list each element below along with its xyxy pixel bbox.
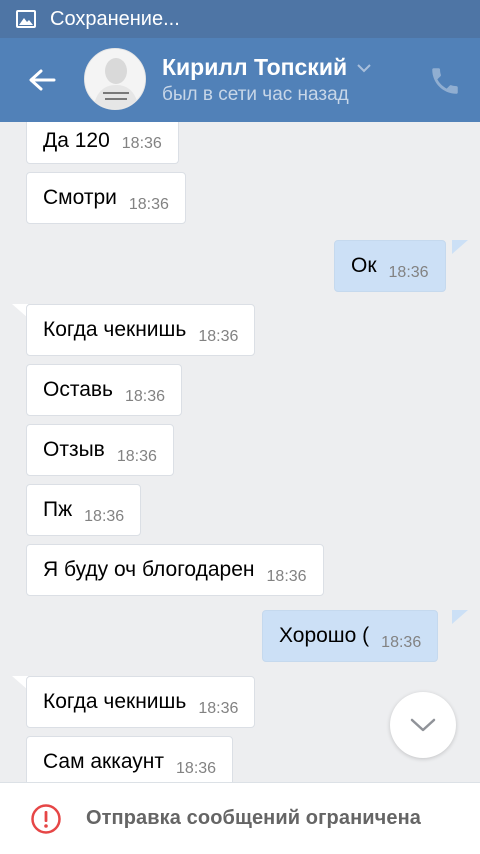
message-text: Оставь <box>43 378 113 401</box>
message-text: Хорошо ( <box>279 624 370 647</box>
restriction-text: Отправка сообщений ограничена <box>86 807 421 829</box>
message-bubble[interactable]: Отзыв 18:36 <box>26 424 174 476</box>
message-time: 18:36 <box>381 634 422 651</box>
chat-header: Кирилл Топский был в сети час назад <box>0 38 480 122</box>
message-list[interactable]: Да 120 18:36 Смотри 18:36 Ок 18:36 Когда… <box>0 122 480 782</box>
message-time: 18:36 <box>125 388 166 405</box>
chevron-down-icon <box>410 718 436 732</box>
message-text: Когда чекнишь <box>43 690 187 713</box>
message-text: Смотри <box>43 186 117 209</box>
avatar-image <box>85 49 145 109</box>
message-time: 18:36 <box>121 135 162 152</box>
message-bubble-outgoing[interactable]: Ок 18:36 <box>334 240 446 292</box>
message-time: 18:36 <box>198 328 239 345</box>
chevron-down-icon <box>357 63 371 72</box>
image-icon <box>16 10 36 28</box>
avatar[interactable] <box>84 48 146 110</box>
message-time: 18:36 <box>198 700 239 717</box>
message-text: Когда чекнишь <box>43 318 187 341</box>
message-bubble[interactable]: Сам аккаунт 18:36 <box>26 736 234 782</box>
contact-status: был в сети час назад <box>162 84 349 105</box>
message-bubble[interactable]: Пж 18:36 <box>26 484 142 536</box>
message-time: 18:36 <box>84 508 125 525</box>
message-time: 18:36 <box>266 568 307 585</box>
message-text: Сам аккаунт <box>43 750 165 773</box>
bubble-tail <box>452 610 468 624</box>
contact-name: Кирилл Топский <box>162 54 348 80</box>
message-bubble[interactable]: Да 120 18:36 <box>26 122 179 164</box>
contact-name-row[interactable]: Кирилл Топский <box>162 54 373 81</box>
message-time: 18:36 <box>116 448 157 465</box>
message-time: 18:36 <box>128 196 169 213</box>
scroll-down-button[interactable] <box>390 692 456 758</box>
message-bubble[interactable]: Смотри 18:36 <box>26 172 186 224</box>
message-text: Ок <box>351 254 377 277</box>
arrow-left-icon <box>29 69 56 91</box>
message-bubble[interactable]: Я буду оч блогодарен 18:36 <box>26 544 324 596</box>
message-bubble[interactable]: Когда чекнишь 18:36 <box>26 676 256 728</box>
message-text: Да 120 <box>43 129 110 152</box>
status-bar-text: Сохранение... <box>50 7 180 30</box>
message-bubble[interactable]: Оставь 18:36 <box>26 364 183 416</box>
message-text: Отзыв <box>43 438 105 461</box>
message-text: Пж <box>43 498 73 521</box>
message-time: 18:36 <box>388 264 429 281</box>
phone-icon[interactable] <box>428 64 462 98</box>
message-bubble[interactable]: Когда чекнишь 18:36 <box>26 304 256 356</box>
warning-icon <box>31 803 61 834</box>
back-button[interactable] <box>18 62 66 98</box>
bubble-tail <box>452 240 468 254</box>
message-time: 18:36 <box>176 760 217 777</box>
status-bar: Сохранение... <box>0 0 480 38</box>
message-bubble-outgoing[interactable]: Хорошо ( 18:36 <box>262 610 439 662</box>
composer-restricted-bar: Отправка сообщений ограничена <box>0 782 480 854</box>
message-text: Я буду оч блогодарен <box>43 558 255 581</box>
